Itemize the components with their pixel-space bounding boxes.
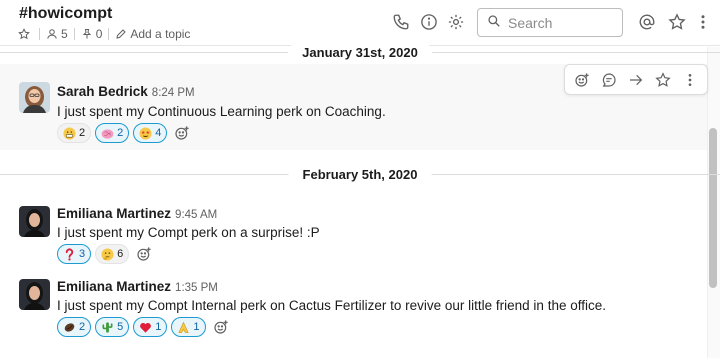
- reply-thread-icon[interactable]: [599, 70, 619, 90]
- reaction-count: 1: [155, 321, 162, 333]
- add-reaction-icon[interactable]: [572, 70, 592, 90]
- pinned-count[interactable]: 0: [96, 27, 103, 41]
- reaction-count: 4: [155, 127, 162, 139]
- date-label[interactable]: January 31st, 2020: [288, 43, 432, 62]
- meta-divider: [73, 27, 75, 40]
- scrollbar-thumb[interactable]: [709, 128, 717, 288]
- reaction-count: 2: [79, 127, 86, 139]
- message-actions: [564, 64, 708, 95]
- avatar[interactable]: [19, 279, 50, 310]
- reaction-bar: 2 5 1 1: [57, 317, 232, 337]
- author-name[interactable]: Sarah Bedrick: [57, 84, 148, 99]
- reaction-count: 1: [193, 321, 200, 333]
- message[interactable]: Emiliana Martinez 1:35 PM I just spent my…: [0, 263, 707, 343]
- gear-icon[interactable]: [446, 12, 466, 32]
- reaction[interactable]: 2: [95, 123, 130, 143]
- date-divider: February 5th, 2020: [0, 165, 720, 185]
- message-text: I just spent my Continuous Learning perk…: [57, 104, 386, 119]
- reaction-count: 6: [117, 248, 124, 260]
- date-label[interactable]: February 5th, 2020: [288, 165, 432, 184]
- avatar[interactable]: [19, 206, 50, 237]
- star-icon[interactable]: [667, 12, 687, 32]
- author-name[interactable]: Emiliana Martinez: [57, 206, 171, 221]
- brain-emoji-icon: [101, 127, 114, 140]
- heart-emoji-icon: [139, 321, 152, 334]
- meta-divider: [39, 27, 40, 40]
- pin-icon[interactable]: [81, 28, 93, 40]
- search-placeholder: Search: [508, 14, 553, 31]
- reaction-count: 5: [117, 321, 124, 333]
- mentions-icon[interactable]: [637, 12, 657, 32]
- star-icon[interactable]: [653, 70, 673, 90]
- member-count[interactable]: 5: [61, 27, 68, 41]
- channel-header: #howicompt 5 0 Add a topic Search: [0, 0, 720, 46]
- meta-divider: [108, 27, 110, 40]
- more-vertical-icon[interactable]: [693, 12, 713, 32]
- reaction[interactable]: 6: [95, 244, 130, 264]
- date-divider: January 31st, 2020: [0, 43, 720, 63]
- reaction-count: 2: [117, 127, 124, 139]
- more-vertical-icon[interactable]: [680, 70, 700, 90]
- message-author[interactable]: Sarah Bedrick 8:24 PM: [57, 84, 195, 99]
- members-icon[interactable]: [46, 28, 58, 40]
- reaction[interactable]: 2: [57, 123, 92, 143]
- search-icon: [487, 14, 501, 31]
- reaction-count: 3: [79, 248, 86, 260]
- reaction[interactable]: 1: [171, 317, 206, 337]
- question-emoji-icon: [63, 248, 76, 261]
- message-time[interactable]: 9:45 AM: [175, 209, 217, 221]
- reaction[interactable]: 4: [133, 123, 168, 143]
- add-reaction-icon[interactable]: [171, 123, 193, 143]
- phone-icon[interactable]: [391, 12, 411, 32]
- reaction[interactable]: 1: [133, 317, 168, 337]
- add-reaction-icon[interactable]: [133, 244, 155, 264]
- channel-meta: 5 0 Add a topic: [18, 27, 190, 41]
- reaction[interactable]: 2: [57, 317, 92, 337]
- star-icon[interactable]: [18, 27, 30, 40]
- star-struck-emoji-icon: [139, 126, 152, 140]
- reaction[interactable]: 5: [95, 317, 130, 337]
- message-author[interactable]: Emiliana Martinez 9:45 AM: [57, 206, 217, 221]
- reaction[interactable]: 3: [57, 244, 92, 264]
- add-topic-link[interactable]: Add a topic: [130, 27, 190, 41]
- message-author[interactable]: Emiliana Martinez 1:35 PM: [57, 279, 218, 294]
- reaction-bar: 2 2 4: [57, 123, 193, 143]
- channel-name[interactable]: #howicompt: [19, 5, 112, 23]
- share-arrow-icon[interactable]: [626, 70, 646, 90]
- search-input[interactable]: Search: [477, 8, 623, 37]
- avatar[interactable]: [19, 82, 50, 113]
- author-name[interactable]: Emiliana Martinez: [57, 279, 171, 294]
- message-text: I just spent my Compt Internal perk on C…: [57, 298, 606, 313]
- message-time[interactable]: 8:24 PM: [152, 87, 195, 99]
- message[interactable]: Emiliana Martinez 9:45 AM I just spent my…: [0, 190, 707, 270]
- bean-emoji-icon: [63, 321, 76, 334]
- reaction-bar: 3 6: [57, 244, 155, 264]
- pray-emoji-icon: [177, 321, 190, 334]
- message-time[interactable]: 1:35 PM: [175, 282, 218, 294]
- cactus-emoji-icon: [101, 321, 114, 334]
- pencil-icon[interactable]: [115, 28, 127, 40]
- reaction-count: 2: [79, 321, 86, 333]
- message-text: I just spent my Compt perk on a surprise…: [57, 225, 320, 240]
- info-icon[interactable]: [419, 12, 439, 32]
- grimace-emoji-icon: [63, 126, 76, 140]
- thinking-emoji-icon: [101, 247, 114, 261]
- add-reaction-icon[interactable]: [210, 317, 232, 337]
